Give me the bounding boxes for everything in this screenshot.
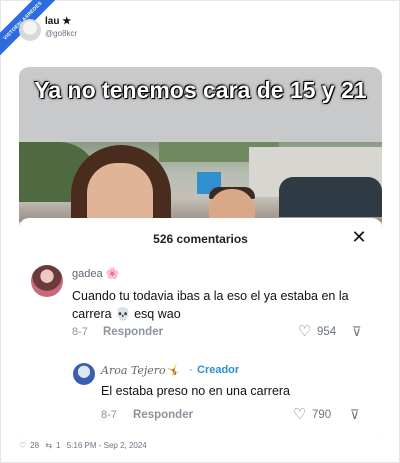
dislike-icon[interactable]: ⊽ <box>350 407 360 423</box>
author-avatar[interactable] <box>19 19 41 41</box>
author-name[interactable]: lau ★ <box>45 16 71 27</box>
photo-car <box>279 177 382 217</box>
heart-icon[interactable]: ♡ <box>293 405 306 423</box>
creator-name[interactable]: Aroa Tejero🤸 <box>101 364 179 377</box>
post-card: VISTOENLASREDES lau ★ @go8kcr Ya no tene… <box>0 0 400 463</box>
heart-icon[interactable]: ♡ <box>19 441 26 450</box>
comments-count: 526 comentarios <box>153 232 248 246</box>
comment-date: 8-7 <box>101 409 117 421</box>
close-icon[interactable]: ✕ <box>348 226 370 248</box>
post-media[interactable]: Ya no tenemos cara de 15 y 21 526 coment… <box>19 67 382 441</box>
commenter-name[interactable]: gadea 🌸 <box>72 267 119 280</box>
retweet-icon[interactable]: ⇆ <box>45 441 52 450</box>
creator-badge: Creador <box>197 364 240 376</box>
like-count: 954 <box>317 326 337 338</box>
reply-button[interactable]: Responder <box>103 326 163 338</box>
comment-text: Cuando tu todavia ibas a la eso el ya es… <box>72 289 349 321</box>
comments-sheet: 526 comentarios ✕ gadea 🌸 Cuando tu toda… <box>19 218 382 441</box>
like-count: 790 <box>312 409 332 421</box>
creator-avatar[interactable] <box>73 363 95 385</box>
dislike-icon[interactable]: ⊽ <box>352 324 362 340</box>
heart-icon[interactable]: ♡ <box>298 322 311 340</box>
reply-button[interactable]: Responder <box>133 409 193 421</box>
author-handle[interactable]: @go8kcr <box>45 29 77 38</box>
post-footer: ♡ 28 ⇆ 1 5:16 PM - Sep 2, 2024 <box>19 441 151 455</box>
retweet-count: 1 <box>56 441 61 451</box>
commenter-avatar[interactable] <box>31 265 63 297</box>
photo-girl-face <box>87 163 153 223</box>
reply-text: El estaba preso no en una carrera <box>101 384 291 398</box>
post-timestamp[interactable]: 5:16 PM - Sep 2, 2024 <box>67 441 147 450</box>
separator-dot: · <box>189 364 193 376</box>
like-count: 28 <box>30 441 40 451</box>
video-caption: Ya no tenemos cara de 15 y 21 <box>19 69 382 139</box>
comment-date: 8-7 <box>72 326 88 338</box>
